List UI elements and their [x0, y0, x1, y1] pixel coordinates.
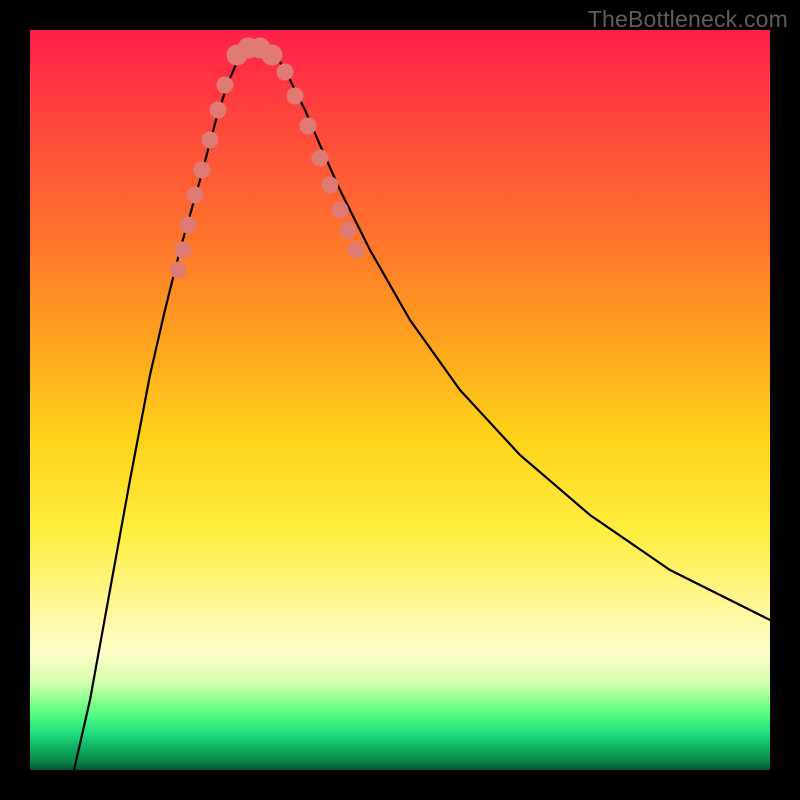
plot-area: [30, 30, 770, 770]
data-point-right-cluster-8: [348, 242, 365, 259]
data-point-right-cluster-7: [340, 222, 357, 239]
data-point-left-cluster-2: [175, 242, 192, 259]
data-point-right-cluster-5: [322, 177, 339, 194]
data-point-right-cluster-1: [277, 64, 294, 81]
data-point-left-cluster-8: [217, 77, 234, 94]
curve-svg: [30, 30, 770, 770]
chart-frame: TheBottleneck.com: [0, 0, 800, 800]
bottleneck-curve: [74, 45, 770, 770]
data-point-right-cluster-2: [287, 88, 304, 105]
data-point-left-cluster-5: [194, 162, 211, 179]
data-point-left-cluster-6: [202, 132, 219, 149]
watermark-text: TheBottleneck.com: [588, 6, 788, 33]
data-point-valley-4: [262, 45, 283, 66]
data-point-left-cluster-4: [187, 187, 204, 204]
data-point-left-cluster-7: [210, 102, 227, 119]
data-point-left-cluster-1: [170, 262, 187, 279]
data-point-right-cluster-6: [332, 202, 349, 219]
data-point-right-cluster-4: [312, 150, 329, 167]
data-point-right-cluster-3: [300, 118, 317, 135]
data-point-left-cluster-3: [180, 217, 197, 234]
